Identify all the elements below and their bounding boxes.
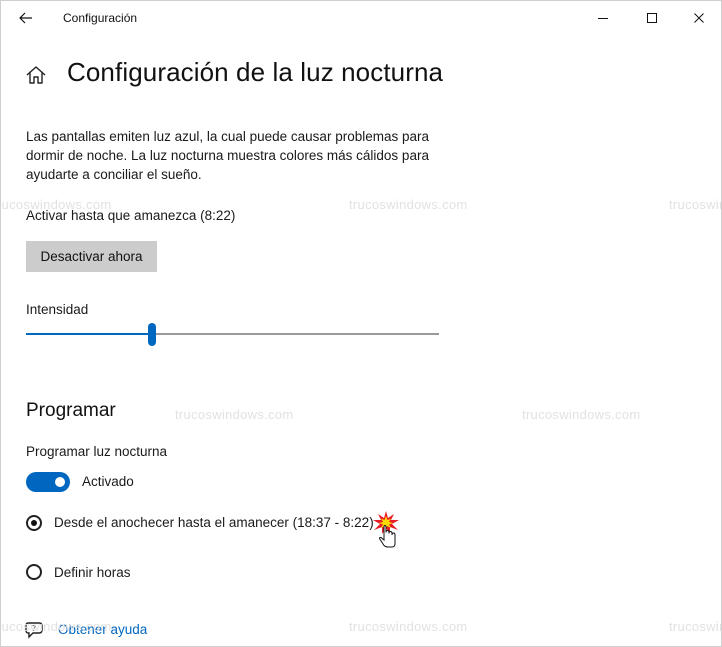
watermark: trucoswindows.com — [522, 407, 641, 422]
toggle-state-label: Activado — [82, 474, 134, 489]
get-help-link[interactable]: Obtener ayuda — [58, 622, 147, 637]
click-cursor-icon — [373, 511, 399, 548]
svg-text:?: ? — [32, 624, 36, 633]
radio-selected-dot — [31, 520, 37, 526]
minimize-icon — [598, 18, 608, 19]
home-icon[interactable] — [25, 64, 47, 86]
watermark: trucoswindows.com — [669, 619, 721, 634]
window-title: Configuración — [63, 11, 138, 25]
title-bar: Configuración — [1, 1, 721, 35]
radio-sunset-to-sunrise[interactable] — [26, 515, 42, 531]
intensity-slider[interactable] — [26, 323, 439, 347]
back-button[interactable] — [13, 7, 39, 29]
minimize-button[interactable] — [583, 5, 623, 31]
watermark: trucoswindows.com — [669, 197, 721, 212]
radio-label-set-hours[interactable]: Definir horas — [54, 565, 131, 580]
watermark: trucoswindows.com — [349, 619, 468, 634]
schedule-heading: Programar — [26, 400, 116, 421]
deactivate-now-button[interactable]: Desactivar ahora — [26, 241, 157, 272]
page-title: Configuración de la luz nocturna — [67, 57, 444, 87]
close-icon — [694, 13, 704, 23]
slider-track[interactable] — [156, 333, 439, 335]
slider-thumb[interactable] — [148, 323, 156, 346]
maximize-icon — [647, 13, 657, 23]
close-button[interactable] — [679, 5, 719, 31]
schedule-label: Programar luz nocturna — [26, 444, 168, 459]
radio-set-hours[interactable] — [26, 564, 42, 580]
settings-window: Configuración Configuración de la luz no… — [0, 0, 722, 647]
intensity-label: Intensidad — [26, 302, 89, 317]
schedule-toggle[interactable] — [26, 472, 70, 492]
toggle-knob — [55, 477, 65, 487]
maximize-button[interactable] — [632, 5, 672, 31]
slider-fill — [26, 333, 148, 335]
watermark: trucoswindows.com — [349, 197, 468, 212]
night-light-status: Activar hasta que amanezca (8:22) — [26, 208, 236, 223]
description-text: Las pantallas emiten luz azul, la cual p… — [26, 129, 429, 182]
watermark: trucoswindows.com — [175, 407, 294, 422]
arrow-left-icon — [19, 12, 32, 24]
help-chat-icon: ? — [25, 622, 43, 639]
radio-label-sunset-to-sunrise[interactable]: Desde el anochecer hasta el amanecer (18… — [54, 515, 374, 530]
